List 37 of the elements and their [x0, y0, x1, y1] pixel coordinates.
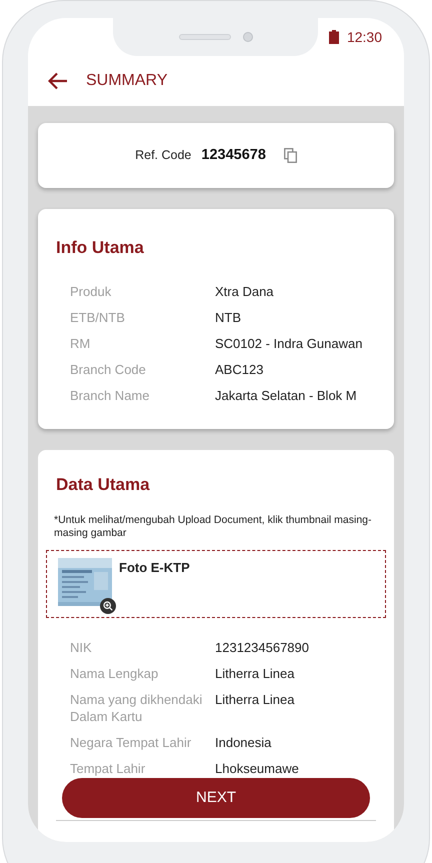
ref-label: Ref. Code: [135, 147, 192, 164]
back-button[interactable]: [48, 72, 68, 90]
field-label: Nama yang dikhendaki Dalam Kartu: [70, 690, 204, 724]
field-label: Tempat Lahir: [70, 760, 146, 776]
camera-icon: [242, 32, 252, 42]
status-time: 12:30: [346, 28, 382, 46]
back-arrow-icon: [48, 72, 68, 90]
speaker-icon: [178, 34, 230, 40]
field-value: ABC123: [215, 360, 264, 378]
field-value: Lhokseumawe: [215, 760, 300, 776]
field-label: Branch Name: [70, 386, 150, 404]
document-label: Foto E-KTP: [119, 558, 190, 576]
field-value: SC0102 - Indra Gunawan: [215, 334, 364, 352]
field-value: NTB: [215, 308, 242, 326]
field-value: Indonesia: [215, 734, 272, 750]
next-button[interactable]: NEXT: [62, 778, 370, 818]
field-label: Produk: [70, 282, 112, 300]
field-label: Nama Lengkap: [70, 664, 160, 682]
field-value: 1231234567890: [215, 638, 310, 656]
copy-icon: [284, 148, 297, 163]
ref-code: 12345678: [201, 146, 266, 165]
section-title: Data Utama: [55, 474, 151, 496]
field-label: NIK: [70, 638, 93, 656]
field-label: Branch Code: [70, 360, 147, 378]
field-value: Litherra Linea: [215, 664, 296, 682]
field-label: ETB/NTB: [70, 308, 126, 326]
field-value: Litherra Linea: [215, 690, 296, 708]
screen-title: SUMMARY: [86, 71, 168, 91]
copy-button[interactable]: [284, 148, 297, 163]
field-value: Jakarta Selatan - Blok M: [215, 386, 358, 404]
battery-icon: [328, 30, 339, 44]
field-label: Negara Tempat Lahir: [70, 734, 192, 750]
zoom-in-icon: [103, 600, 113, 610]
field-label: RM: [70, 334, 92, 352]
upload-note: *Untuk melihat/mengubah Upload Document, klik thumbnail masing-masing gambar: [53, 514, 372, 540]
field-value: Xtra Dana: [215, 282, 275, 300]
section-title: Info Utama: [56, 237, 145, 259]
